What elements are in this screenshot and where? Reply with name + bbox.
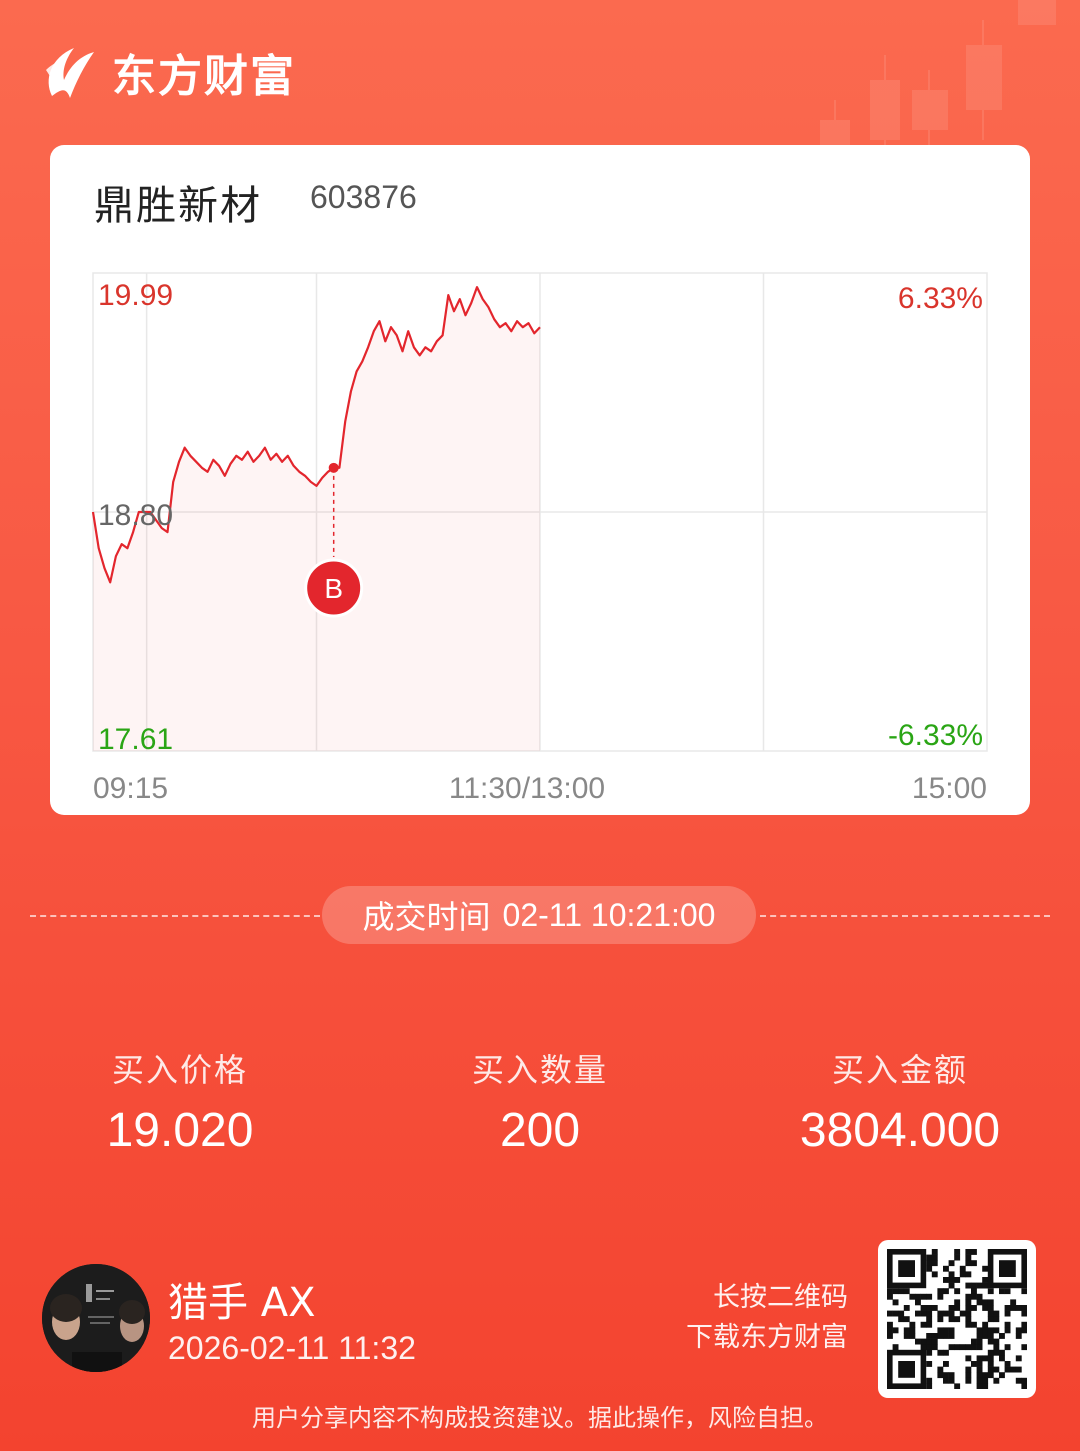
intraday-chart: B 19.99 18.80 17.61 6.33% -6.33% 09:15 11:30/13… [91,272,988,805]
y-mid-label: 18.80 [98,499,173,532]
deal-time-value: 02-11 10:21:00 [502,896,716,933]
qr-hint-line2: 下载东方财富 [686,1322,848,1353]
qr-hint: 长按二维码 下载东方财富 [660,1278,848,1358]
divider-left [30,915,320,917]
qr-code[interactable] [878,1240,1036,1398]
stat-label: 买入金额 [831,1051,968,1089]
x-tick-label: 09:15 [93,772,168,805]
buy-marker-dot [328,462,339,473]
eastmoney-logo-icon [46,48,94,98]
brand-logo: 东方财富 [40,38,296,106]
x-tick-label: 15:00 [912,772,987,805]
pct-min-label: -6.33% [888,719,983,752]
share-time: 2026-02-11 11:32 [168,1330,416,1366]
disclaimer: 用户分享内容不构成投资建议。据此操作，风险自担。 [252,1404,828,1432]
deal-time-badge: 成交时间 02-11 10:21:00 [322,886,756,944]
stat-buy-quantity: 买入数量 200 [390,1045,690,1158]
stat-buy-amount: 买入金额 3804.000 [750,1045,1050,1158]
stat-value: 19.020 [106,1104,254,1157]
deal-time-row: 成交时间 02-11 10:21:00 [30,886,1050,946]
x-tick-label: 11:30/13:00 [449,772,605,805]
background-candles-decoration [820,0,1056,160]
brand-name: 东方财富 [112,51,296,102]
stat-label: 买入数量 [471,1051,608,1089]
stock-code: 603876 [310,179,417,215]
divider-right [760,915,1050,917]
qr-code-icon [887,1249,1027,1389]
stat-value: 200 [499,1104,581,1157]
user-avatar[interactable] [42,1264,150,1372]
buy-marker-label: B [324,573,343,604]
stat-label: 买入价格 [111,1051,248,1089]
avatar-image [42,1264,150,1372]
stock-chart-card: B 19.99 18.80 17.61 6.33% -6.33% 09:15 11:30/13… [50,145,1030,815]
qr-hint-line1: 长按二维码 [713,1282,848,1313]
trade-stats: 买入价格 19.020 买入数量 200 买入金额 3804.000 [0,1045,1080,1165]
stat-value: 3804.000 [799,1104,1001,1157]
y-min-label: 17.61 [98,723,173,756]
deal-time-label: 成交时间 [362,899,491,935]
stat-buy-price: 买入价格 19.020 [30,1045,330,1158]
stock-name: 鼎胜新材 [94,183,262,229]
pct-max-label: 6.33% [898,282,983,315]
y-max-label: 19.99 [98,279,173,312]
user-name: 猎手 AX [168,1280,316,1326]
